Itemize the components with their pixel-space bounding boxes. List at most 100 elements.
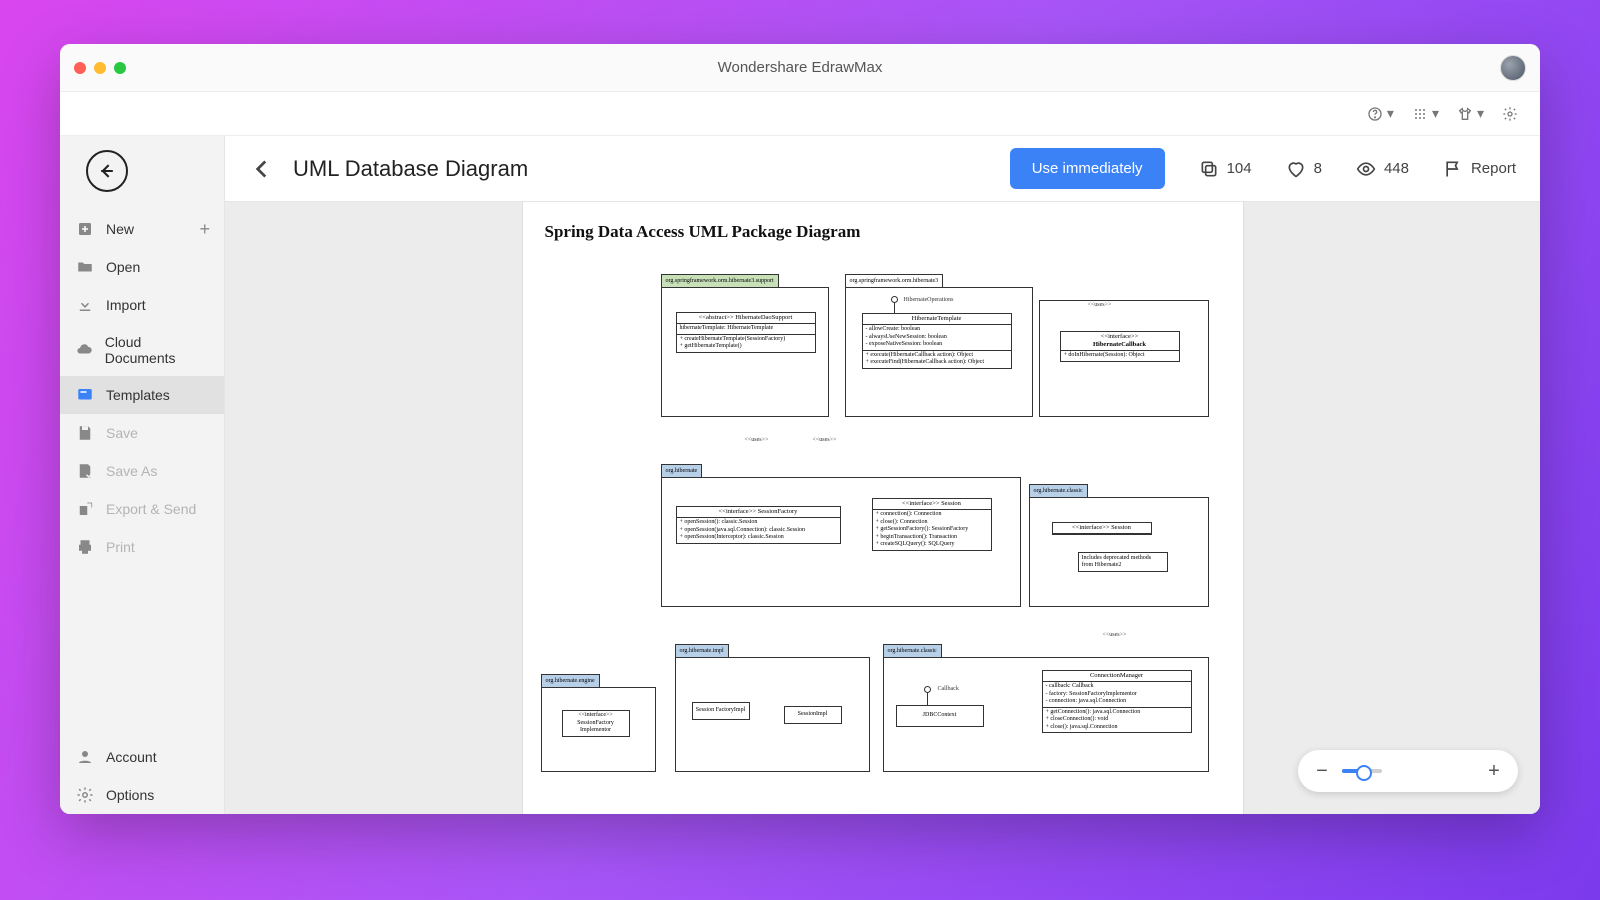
shirt-icon[interactable]: ▾ [1457,105,1484,122]
zoom-in-button[interactable]: + [1486,760,1502,783]
grid-icon[interactable]: ▾ [1412,105,1439,122]
pkg-tab: org.hibernate.engine [541,674,600,687]
flag-icon [1443,159,1463,179]
sidebar-item-label: Save [106,425,138,441]
heart-icon [1286,159,1306,179]
cls-connection-manager: ConnectionManager - callback: Callback -… [1042,670,1192,733]
header-back-button[interactable] [249,156,275,182]
sidebar-item-templates[interactable]: Templates [60,376,224,414]
pkg-hibernate-classic: org.hibernate.classic <<interface>> Sess… [1029,497,1209,607]
sidebar-item-label: New [106,221,134,237]
copy-icon [1199,159,1219,179]
zoom-out-button[interactable]: − [1314,760,1330,783]
stat-views[interactable]: 448 [1356,159,1409,179]
pkg-spring-hibernate3: org.springframework.orm.hibernate3 Hiber… [845,287,1033,417]
cls-sfi: <<interface>> SessionFactory Implementor [562,710,630,737]
cls-session-impl: SessionImpl [784,706,842,724]
report-label: Report [1471,160,1516,177]
pkg-tab: org.springframework.orm.hibernate3.suppo… [661,274,779,287]
sidebar-item-export: Export & Send [60,490,224,528]
maximize-icon[interactable] [114,62,126,74]
cls-session: <<interface>> Session + connection(): Co… [872,498,992,551]
use-immediately-button[interactable]: Use immediately [1010,148,1165,189]
pkg-hibernate-classic2: org.hibernate.classic Callback JDBCConte… [883,657,1209,772]
pkg-hibernate-engine: org.hibernate.engine <<interface>> Sessi… [541,687,656,772]
zoom-slider[interactable] [1342,769,1382,773]
sidebar-item-label: Templates [106,387,170,403]
main-panel: UML Database Diagram Use immediately 104… [225,136,1540,814]
pkg-callback: <<interface>>HibernateCallback + doInHib… [1039,300,1209,417]
note-deprecated: Includes deprecated methods from Hiberna… [1078,552,1168,572]
pkg-hibernate: org.hibernate <<interface>> SessionFacto… [661,477,1021,607]
pkg-tab: org.hibernate.classic [1029,484,1088,497]
folder-icon [76,258,94,276]
sidebar-item-label: Options [106,787,154,803]
sidebar: New + Open Import Cloud Documents [60,136,225,814]
stat-value: 104 [1227,160,1252,177]
eye-icon [1356,159,1376,179]
sidebar-item-label: Print [106,539,135,555]
template-header: UML Database Diagram Use immediately 104… [225,136,1540,202]
canvas[interactable]: Spring Data Access UML Package Diagram o… [225,202,1540,814]
stat-value: 448 [1384,160,1409,177]
gear-icon[interactable] [1502,106,1518,122]
zoom-control: − + [1298,750,1518,792]
pkg-spring-support: org.springframework.orm.hibernate3.suppo… [661,287,829,417]
cls-hibernate-callback: <<interface>>HibernateCallback + doInHib… [1060,331,1180,362]
diagram-title: Spring Data Access UML Package Diagram [545,222,1221,242]
sidebar-item-label: Import [106,297,146,313]
sidebar-item-print: Print [60,528,224,566]
stat-copies[interactable]: 104 [1199,159,1252,179]
sidebar-item-label: Cloud Documents [105,334,208,366]
sidebar-item-account[interactable]: Account [60,738,224,776]
pkg-hibernate-impl: org.hibernate.impl Session FactoryImpl S… [675,657,870,772]
pkg-tab: org.hibernate.classic [883,644,942,657]
sidebar-item-open[interactable]: Open [60,248,224,286]
sidebar-item-label: Save As [106,463,157,479]
saveas-icon [76,462,94,480]
report-button[interactable]: Report [1443,159,1516,179]
sidebar-item-options[interactable]: Options [60,776,224,814]
sidebar-item-label: Account [106,749,157,765]
back-button[interactable] [86,150,128,192]
toolbar-secondary: ▾ ▾ ▾ [60,92,1540,136]
stat-value: 8 [1314,160,1322,177]
window-controls [74,62,126,74]
sidebar-item-new[interactable]: New + [60,210,224,248]
print-icon [76,538,94,556]
pkg-tab: org.hibernate [661,464,703,477]
close-icon[interactable] [74,62,86,74]
export-icon [76,500,94,518]
diagram-page: Spring Data Access UML Package Diagram o… [523,202,1243,814]
cls-session-factory-impl: Session FactoryImpl [692,702,750,720]
sidebar-item-save: Save [60,414,224,452]
sidebar-item-label: Export & Send [106,501,196,517]
app-window: Wondershare EdrawMax ▾ ▾ ▾ New [60,44,1540,814]
cloud-icon [76,341,93,359]
sidebar-item-label: Open [106,259,140,275]
avatar[interactable] [1500,55,1526,81]
sidebar-item-cloud[interactable]: Cloud Documents [60,324,224,376]
stat-likes[interactable]: 8 [1286,159,1322,179]
cls-jdbc-context: JDBCContext [896,705,984,727]
titlebar: Wondershare EdrawMax [60,44,1540,92]
templates-icon [76,386,94,404]
account-icon [76,748,94,766]
pkg-tab: org.hibernate.impl [675,644,729,657]
cls-session-factory: <<interface>> SessionFactory + openSessi… [676,506,841,544]
cls-hibernate-template: HibernateTemplate - allowCreate: boolean… [862,313,1012,369]
cls-classic-session: <<interface>> Session [1052,522,1152,535]
page-title: UML Database Diagram [293,156,528,182]
sidebar-item-saveas: Save As [60,452,224,490]
interface-lollipop [924,686,931,693]
window-title: Wondershare EdrawMax [60,59,1540,76]
import-icon [76,296,94,314]
interface-lollipop [891,296,898,303]
help-icon[interactable]: ▾ [1367,105,1394,122]
sidebar-item-import[interactable]: Import [60,286,224,324]
add-icon[interactable]: + [199,219,210,240]
minimize-icon[interactable] [94,62,106,74]
options-icon [76,786,94,804]
plus-square-icon [76,220,94,238]
save-icon [76,424,94,442]
